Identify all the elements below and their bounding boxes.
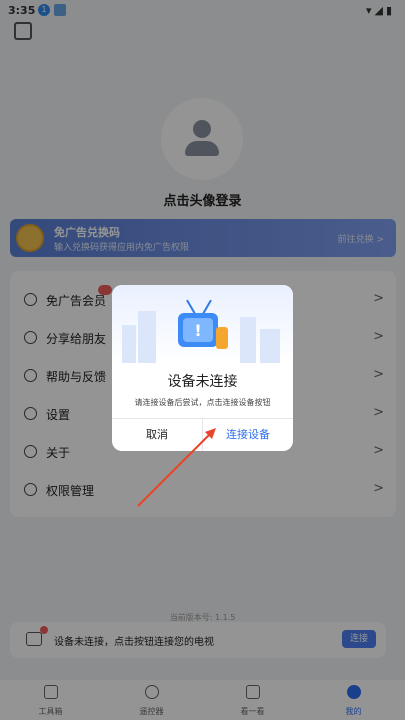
arrow-shaft (137, 431, 213, 507)
annotation-arrow (137, 428, 216, 507)
